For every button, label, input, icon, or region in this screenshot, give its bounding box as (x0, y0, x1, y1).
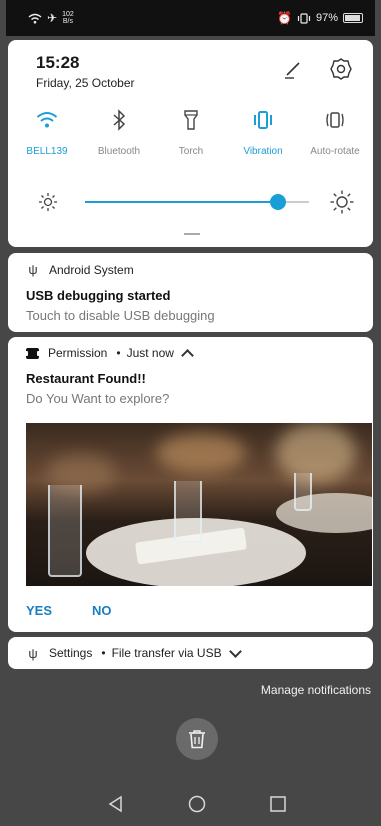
toggle-vibration[interactable]: Vibration (227, 106, 299, 157)
notification-file-transfer[interactable]: ψ Settings • File transfer via USB (8, 637, 373, 669)
brightness-high-icon (330, 190, 354, 214)
home-icon[interactable] (187, 794, 207, 814)
brightness-row (8, 190, 373, 214)
clear-all-button[interactable] (176, 718, 218, 760)
toggle-label-torch: Torch (178, 146, 204, 157)
usb-icon: ψ (28, 262, 38, 277)
clock-date: Friday, 25 October (36, 76, 135, 90)
notification-app-name: Android System (49, 262, 134, 277)
notification-actions: YES NO (26, 603, 112, 618)
net-speed-unit: B/s (62, 18, 73, 25)
usb-icon: ψ (28, 645, 38, 661)
yes-button[interactable]: YES (26, 603, 52, 618)
notification-app-name: Settings (49, 646, 93, 660)
notification-text: Do You Want to explore? (26, 391, 170, 406)
bluetooth-icon (113, 109, 126, 131)
battery-icon (343, 13, 363, 23)
no-button[interactable]: NO (92, 603, 112, 618)
notification-restaurant[interactable]: Permission • Just now Restaurant Found!!… (8, 337, 373, 632)
toggle-label-auto-rotate: Auto-rotate (310, 146, 360, 157)
toggle-label-wifi: BELL139 (26, 146, 68, 157)
notification-time: Just now (126, 346, 174, 360)
airplane-icon: ✈ (47, 11, 58, 25)
brightness-slider-fill (85, 201, 278, 203)
notification-title: Restaurant Found!! (26, 371, 146, 386)
status-bar: ✈ 102 B/s ⏰ 97% (6, 0, 375, 36)
toggle-label-bluetooth: Bluetooth (97, 146, 141, 157)
network-speed: 102 B/s (62, 11, 74, 25)
notification-text: Touch to disable USB debugging (26, 308, 215, 323)
wifi-icon (36, 112, 58, 128)
brightness-slider[interactable] (85, 194, 309, 210)
notification-shade: ✈ 102 B/s ⏰ 97% 15:28 Friday, 25 October (6, 0, 375, 826)
back-icon[interactable] (106, 794, 126, 814)
battery-percent: 97% (315, 12, 338, 24)
toggle-wifi[interactable]: BELL139 (11, 106, 83, 157)
toggle-torch[interactable]: Torch (155, 106, 227, 157)
panel-drag-handle[interactable] (184, 233, 200, 235)
navigation-bar (6, 782, 375, 826)
vibrate-icon (254, 111, 272, 129)
chevron-down-icon[interactable] (228, 644, 242, 658)
notification-usb-debugging[interactable]: ψ Android System USB debugging started T… (8, 253, 373, 332)
separator-dot: • (101, 646, 106, 660)
vibrate-status-icon (297, 12, 311, 24)
toggle-auto-rotate[interactable]: Auto-rotate (299, 106, 371, 157)
notification-summary: File transfer via USB (111, 646, 222, 660)
toggle-label-vibration: Vibration (243, 146, 283, 157)
notification-title: USB debugging started (26, 288, 171, 303)
wifi-status-icon (28, 13, 42, 23)
gear-icon[interactable] (329, 57, 353, 81)
notification-app-name: Permission (48, 346, 108, 360)
manage-notifications-link[interactable]: Manage notifications (261, 683, 371, 697)
toggle-bluetooth[interactable]: Bluetooth (83, 106, 155, 157)
alarm-icon: ⏰ (277, 11, 292, 25)
recents-icon[interactable] (268, 794, 288, 814)
ticket-icon (25, 347, 40, 359)
trash-icon (189, 730, 205, 749)
separator-dot: • (116, 346, 121, 360)
restaurant-photo (26, 423, 372, 586)
edit-icon[interactable] (282, 58, 304, 80)
net-speed-value: 102 (62, 11, 74, 18)
brightness-slider-handle[interactable] (269, 194, 286, 210)
clock-time: 15:28 (36, 53, 80, 72)
brightness-low-icon (39, 193, 57, 211)
rotate-icon (326, 112, 344, 128)
torch-icon (184, 110, 198, 130)
chevron-up-icon[interactable] (181, 349, 194, 362)
quick-settings-panel: 15:28 Friday, 25 October BELL139 Bluetoo… (8, 40, 373, 247)
